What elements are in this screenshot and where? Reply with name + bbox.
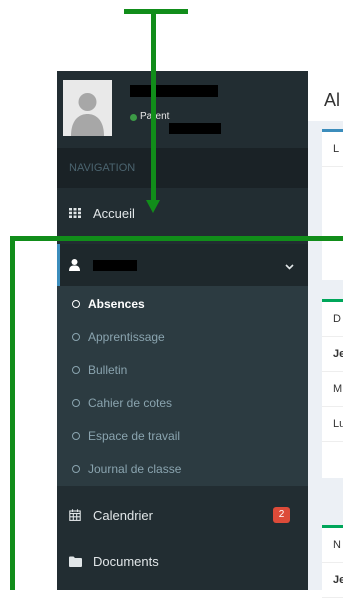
box-row: D: [322, 302, 343, 337]
redaction-bar: [169, 123, 221, 134]
user-panel: Parent: [57, 71, 308, 148]
circle-icon: [72, 300, 80, 308]
content-box-3: N Je: [322, 525, 343, 598]
navigation-header: NAVIGATION: [57, 148, 308, 188]
circle-icon: [72, 432, 80, 440]
submenu-item-journal-de-classe[interactable]: Journal de classe: [57, 454, 308, 484]
sidebar-item-label: Documents: [93, 553, 159, 569]
annotation-arrow-head: [146, 200, 160, 213]
box-row: M: [322, 372, 343, 407]
submenu-item-apprentissage[interactable]: Apprentissage: [57, 322, 308, 352]
annotation-arrow-shaft: [151, 11, 156, 201]
content-box-1: L: [322, 129, 343, 280]
user-icon: [69, 259, 85, 271]
circle-icon: [72, 366, 80, 374]
submenu-item-espace-de-travail[interactable]: Espace de travail: [57, 421, 308, 451]
box-row: Je: [322, 337, 343, 372]
notification-badge: 2: [273, 507, 290, 523]
submenu: Absences Apprentissage Bulletin Cahier d…: [57, 286, 308, 486]
submenu-label: Cahier de cotes: [88, 396, 173, 410]
circle-icon: [72, 399, 80, 407]
sidebar-item-label: Calendrier: [93, 507, 153, 523]
submenu-label: Espace de travail: [88, 429, 181, 443]
main-content: Al L D Je M Lu N Je: [308, 71, 343, 598]
annotation-line: [10, 236, 343, 241]
submenu-label: Apprentissage: [88, 330, 165, 344]
circle-icon: [72, 333, 80, 341]
user-name-redacted: [130, 85, 218, 97]
online-status-icon: [130, 114, 137, 121]
box-row: N: [322, 528, 343, 563]
box-row: Lu: [322, 407, 343, 442]
box-row: Je: [322, 563, 343, 598]
folder-icon: [69, 556, 85, 567]
page-title: Al: [308, 71, 343, 121]
sidebar: Parent NAVIGATION Accueil Absences: [57, 71, 308, 590]
chevron-down-icon: [285, 258, 294, 273]
sidebar-item-accueil[interactable]: Accueil: [57, 192, 308, 234]
submenu-label: Absences: [88, 297, 145, 311]
content-box-2: D Je M Lu: [322, 299, 343, 478]
sidebar-item-user[interactable]: [57, 244, 308, 286]
box-row: L: [322, 132, 343, 167]
submenu-label: Bulletin: [88, 363, 128, 377]
sidebar-item-calendrier[interactable]: Calendrier 2: [57, 494, 308, 536]
calendar-icon: [69, 509, 85, 521]
avatar: [63, 80, 112, 136]
sidebar-item-label: Accueil: [93, 205, 135, 221]
user-name-redacted: [93, 259, 137, 271]
sidebar-item-documents[interactable]: Documents: [57, 540, 308, 582]
submenu-item-cahier-de-cotes[interactable]: Cahier de cotes: [57, 388, 308, 418]
submenu-item-bulletin[interactable]: Bulletin: [57, 355, 308, 385]
circle-icon: [72, 465, 80, 473]
annotation-line: [124, 9, 188, 14]
submenu-label: Journal de classe: [88, 462, 182, 476]
cropped-top-text: [58, 0, 308, 8]
grid-icon: [69, 208, 85, 218]
submenu-item-absences[interactable]: Absences: [57, 289, 308, 319]
annotation-line: [10, 236, 15, 590]
